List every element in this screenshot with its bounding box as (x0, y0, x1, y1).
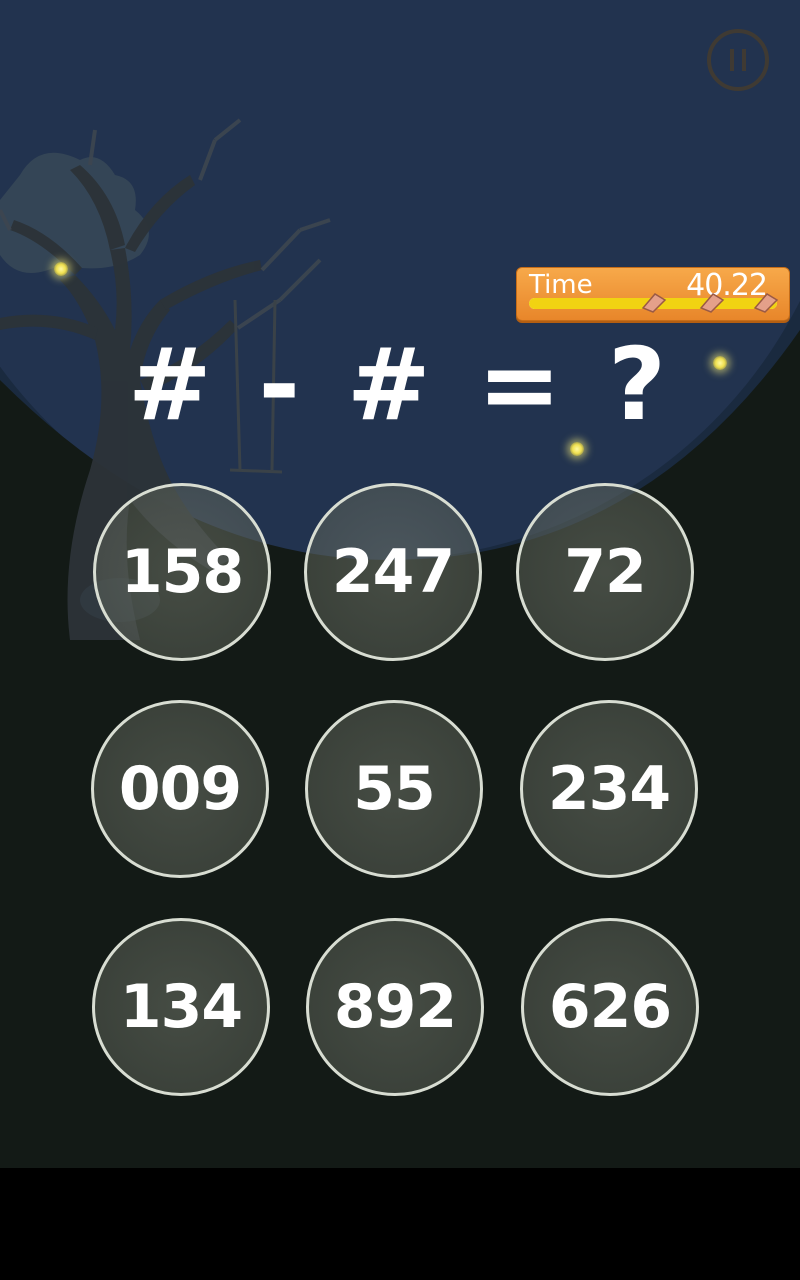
answer-button[interactable]: 626 (521, 918, 699, 1096)
answer-button[interactable]: 009 (91, 700, 269, 878)
game-scene: Time 40.22 # - # = ? 158 247 72 009 55 2… (0, 0, 800, 1168)
answer-label: 009 (118, 754, 242, 824)
answer-label: 134 (119, 972, 243, 1042)
answer-label: 234 (547, 754, 671, 824)
bottom-bar (0, 1168, 800, 1280)
answer-grid: 158 247 72 009 55 234 134 892 626 (0, 0, 800, 1168)
answer-button[interactable]: 134 (92, 918, 270, 1096)
answer-button[interactable]: 892 (306, 918, 484, 1096)
answer-button[interactable]: 247 (304, 483, 482, 661)
answer-label: 892 (333, 972, 457, 1042)
answer-button[interactable]: 158 (93, 483, 271, 661)
answer-label: 247 (331, 537, 455, 607)
answer-button[interactable]: 55 (305, 700, 483, 878)
answer-button[interactable]: 72 (516, 483, 694, 661)
answer-label: 72 (564, 537, 646, 607)
answer-label: 55 (353, 754, 435, 824)
answer-label: 158 (120, 537, 244, 607)
answer-button[interactable]: 234 (520, 700, 698, 878)
answer-label: 626 (548, 972, 672, 1042)
